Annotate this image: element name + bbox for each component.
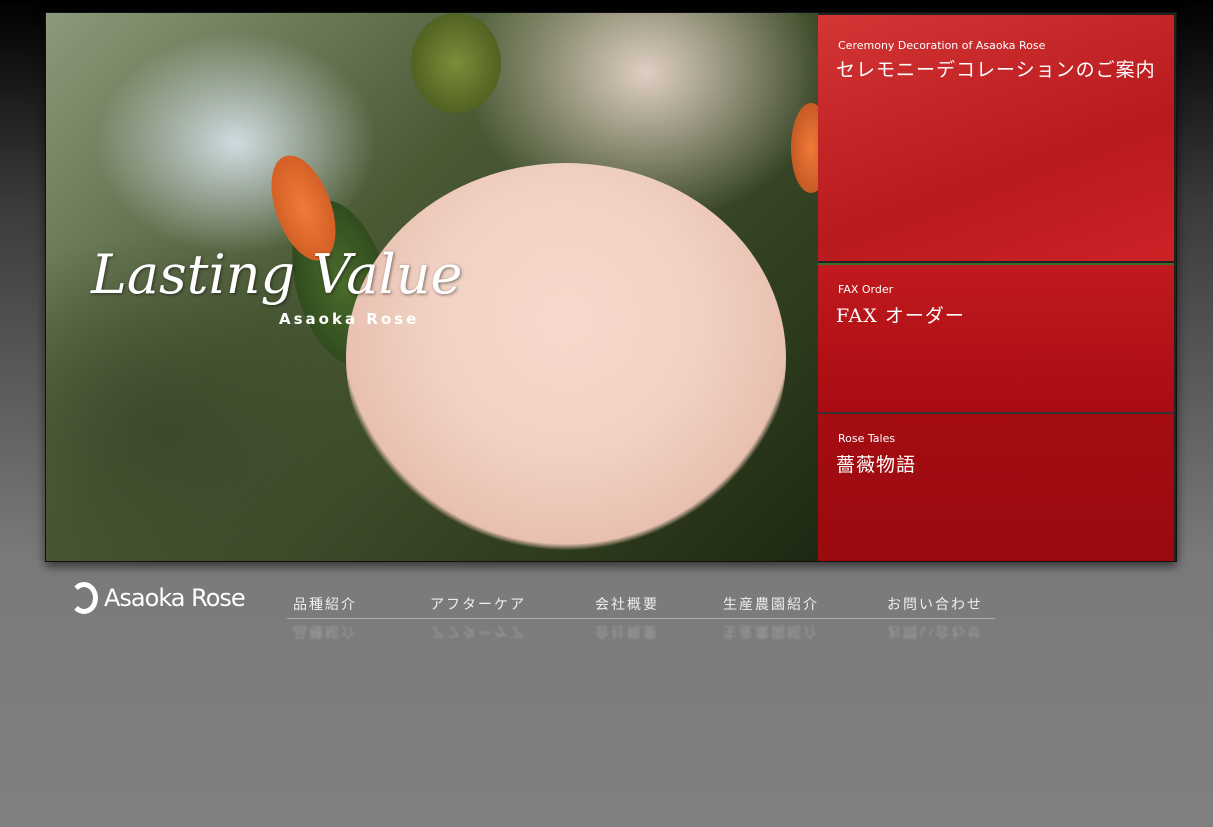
rose-bud xyxy=(411,13,501,113)
nav-reflection: お問い合わせ xyxy=(887,623,983,639)
nav-reflection: 会社概要 xyxy=(595,623,659,639)
hero-frame: Lasting Value Asaoka Rose Ceremony Decor… xyxy=(45,12,1177,562)
logo-text: Asaoka Rose xyxy=(104,584,246,612)
panel-en-label: Ceremony Decoration of Asaoka Rose xyxy=(838,39,1046,52)
rose-tales-link[interactable]: Rose Tales 薔薇物語 xyxy=(818,412,1174,561)
nav-farm[interactable]: 生産農園紹介 xyxy=(723,594,819,614)
logo[interactable]: Asaoka Rose xyxy=(70,582,246,614)
nav-reflection: 生産農園紹介 xyxy=(723,623,819,639)
hero-title: Lasting Value xyxy=(91,243,463,306)
rose-photo: Lasting Value Asaoka Rose xyxy=(46,13,818,561)
fax-order-link[interactable]: FAX Order FAX オーダー xyxy=(818,263,1174,412)
nav-aftercare[interactable]: アフターケア xyxy=(430,594,526,614)
panel-en-label: Rose Tales xyxy=(838,432,896,445)
panel-en-label: FAX Order xyxy=(838,283,894,296)
panel-jp-label: 薔薇物語 xyxy=(836,454,917,476)
nav-contact[interactable]: お問い合わせ xyxy=(887,594,983,614)
main-nav: 品種紹介 アフターケア 会社概要 生産農園紹介 お問い合わせ xyxy=(287,594,995,619)
hero-subtitle: Asaoka Rose xyxy=(279,310,420,328)
orange-bud xyxy=(791,103,818,193)
white-rose xyxy=(346,163,786,553)
nav-reflection: アフターケア xyxy=(430,623,526,639)
panel-jp-label: セレモニーデコレーションのご案内 xyxy=(836,59,1156,81)
nav-company[interactable]: 会社概要 xyxy=(595,594,659,614)
logo-icon xyxy=(70,582,98,614)
ceremony-decoration-link[interactable]: Ceremony Decoration of Asaoka Rose セレモニー… xyxy=(818,15,1174,261)
nav-varieties[interactable]: 品種紹介 xyxy=(293,594,357,614)
nav-reflection: 品種紹介 xyxy=(293,623,357,639)
panel-jp-label: FAX オーダー xyxy=(836,305,965,327)
